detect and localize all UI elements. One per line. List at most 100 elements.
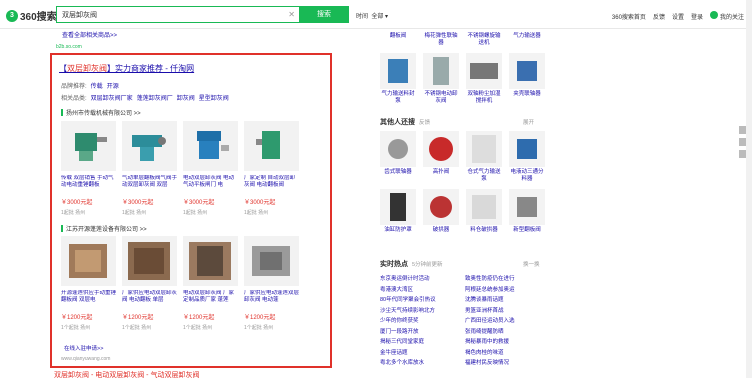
recommend-card[interactable]: 高扑阀 (423, 131, 459, 182)
recommend-name: 双轴粉尘加湿搅拌机 (467, 91, 501, 104)
related-link[interactable]: 双层卸灰阀厂家 (91, 96, 133, 102)
recommend-card[interactable]: 破拱器 (423, 189, 459, 234)
hot-item[interactable]: 东京奥运倒计时活动 (380, 274, 460, 282)
product-price: ￥3000元起 (183, 200, 215, 206)
ad-title[interactable]: 【双层卸灰阀】实力商家推荐 - 仟淘网 (59, 63, 194, 74)
recommend-name: 新型翻板阀 (513, 227, 541, 233)
recommend-card[interactable]: 不锈钢螺旋输送机 (466, 31, 502, 46)
hot-item[interactable]: 沙尘天气持续影响北方 (380, 306, 460, 314)
hot-item[interactable]: 金牛座话题 (380, 348, 460, 356)
shop-2-header[interactable]: 江苏开源蓬莲设备有限公司 >> (61, 224, 147, 233)
related-link[interactable]: 卸灰阀 (177, 96, 195, 102)
product-card[interactable]: 开源蓬莲供应手动重锤翻板阀 双层电 ￥1200元起 1个起批 扬州 (61, 236, 116, 331)
hot-item[interactable]: 厦门一段路开放 (380, 327, 460, 335)
shop-1-name: 扬州市传载机械有限公司 >> (66, 111, 141, 117)
logo[interactable]: 3 360搜索 (6, 8, 57, 23)
home-link[interactable]: 360搜索首页 (612, 12, 646, 21)
login-link[interactable]: 登录 (691, 12, 703, 21)
recommend-card[interactable]: 气力输送料封泵 (380, 53, 416, 104)
time-filter[interactable]: 时间 全部 ▾ (356, 11, 388, 20)
product-image (183, 236, 238, 286)
product-price: ￥1200元起 (61, 315, 93, 321)
product-meta: 1起批 扬州 (61, 210, 86, 216)
shop-1-products: 传载 双层销售 手动气动电动重锤翻板 ￥3000元起 1起批 扬州 气动单层翻板阀气… (61, 121, 299, 216)
feedback-link[interactable]: 反馈 (419, 120, 430, 126)
scrollbar[interactable] (746, 0, 752, 378)
ad-result-box: 【双层卸灰阀】实力商家推荐 - 仟淘网 品牌推荐: 传载 开源 相关品类: 双层卸灰阀… (50, 53, 332, 368)
shop-1-header[interactable]: 扬州市传载机械有限公司 >> (61, 108, 141, 117)
hot-item[interactable]: 沈腾谈暴雨话题 (465, 295, 545, 303)
hot-item[interactable]: 阿根廷总统参加奥运 (465, 285, 545, 293)
brand-link[interactable]: 开源 (107, 84, 119, 90)
clear-icon[interactable]: ✕ (288, 10, 295, 19)
also-row-2: 油缸防护罩 破拱器 料仓破拱器 新型翻板阀 (380, 189, 545, 234)
product-card[interactable]: 电动双层卸灰阀 厂家定制品质厂家 蓬莲 ￥1200元起 1个起批 扬州 (183, 236, 238, 331)
follow-link[interactable]: 我的关注 (709, 11, 744, 21)
hot-row: 揭秘三代同堂家庭 揭秘暴雨中的救援 (380, 336, 545, 347)
product-card[interactable]: 厂家供应电动双层卸灰阀 电动翻板 单层 ￥1200元起 1个起批 扬州 (122, 236, 177, 331)
hot-item[interactable]: 揭秘三代同堂家庭 (380, 337, 460, 345)
product-card[interactable]: 厂家供应电动蓬莲双层卸灰阀 电动蓬 ￥1200元起 1个起批 扬州 (244, 236, 299, 331)
hot-item[interactable]: 男篮亚洲杯首战 (465, 306, 545, 314)
hot-item[interactable]: 张雨绮提醒防晒 (465, 327, 545, 335)
also-search-label: 其他人还搜 (380, 119, 415, 126)
time-value[interactable]: 全部 (371, 14, 383, 20)
recommend-card[interactable]: 油缸防护罩 (380, 189, 416, 234)
recommend-card[interactable]: 新型翻板阀 (509, 189, 545, 234)
product-card[interactable]: 厂家定制 自动双层卸灰阀 电动翻板阀 ￥3000元起 1起批 扬州 (244, 121, 299, 216)
hot-item[interactable]: 粤港澳大湾区 (380, 285, 460, 293)
prev-more-link[interactable]: 查看全部相关商品>> (62, 30, 117, 39)
product-image (122, 236, 177, 286)
hot-row: 粤港澳大湾区 阿根廷总统参加奥运 (380, 284, 545, 295)
recommend-card[interactable]: 电液动三通分料器 (509, 131, 545, 182)
product-card[interactable]: 气动单层翻板阀气阀手动双层卸灰阀 双层 ￥3000元起 1起批 扬州 (122, 121, 177, 216)
recommend-card[interactable]: 气力输送器 (509, 31, 545, 46)
recommend-card[interactable]: 梅花弹性联轴器 (423, 31, 459, 46)
recommend-name: 齿式联轴器 (384, 169, 412, 175)
recommend-image (380, 131, 416, 167)
product-meta: 1起批 扬州 (244, 210, 269, 216)
hot-item[interactable]: 粤北多个水库放水 (380, 358, 460, 366)
product-meta: 1个起批 扬州 (61, 325, 91, 331)
recommend-card[interactable]: 不锈钢电动卸灰阀 (423, 53, 459, 104)
recommend-card[interactable]: 双轴粉尘加湿搅拌机 (466, 53, 502, 104)
recommend-image (466, 189, 502, 225)
recommend-name: 仓式气力输送泵 (467, 169, 501, 182)
hot-item[interactable]: 80年代同学聚会引热议 (380, 295, 460, 303)
recommend-name: 翻板阀 (389, 33, 407, 39)
also-search-title: 其他人还搜 反馈 (380, 117, 430, 127)
hot-row: 80年代同学聚会引热议 沈腾谈暴雨话题 (380, 294, 545, 305)
next-result-title[interactable]: 双层卸灰阀 - 电动双层卸灰阀 - 气动双层卸灰阀 (54, 370, 314, 378)
hot-item[interactable]: 少年的你终获奖 (380, 316, 460, 324)
product-image (244, 121, 299, 171)
search-button[interactable]: 搜索 (299, 6, 349, 23)
follow-label: 我的关注 (719, 15, 744, 21)
product-card[interactable]: 电动双层卸灰阀 电动 气动平板闸门 电 ￥3000元起 1起批 扬州 (183, 121, 238, 216)
search-input[interactable] (57, 7, 277, 22)
ad-title-prefix: 【 (59, 64, 67, 73)
also-row-1: 齿式联轴器 高扑阀 仓式气力输送泵 电液动三通分料器 (380, 131, 545, 182)
hot-item[interactable]: 致奥性防疫仍在进行 (465, 274, 545, 282)
product-meta: 1个起批 扬州 (122, 325, 152, 331)
related-link[interactable]: 星型卸灰阀 (199, 96, 229, 102)
hot-item[interactable]: 福建村民反映情况 (465, 358, 545, 366)
feedback-link[interactable]: 反馈 (653, 12, 665, 21)
recommend-card[interactable]: 齿式联轴器 (380, 131, 416, 182)
product-card[interactable]: 传载 双层销售 手动气动电动重锤翻板 ￥3000元起 1起批 扬州 (61, 121, 116, 216)
recommend-card[interactable]: 料仓破拱器 (466, 189, 502, 234)
refresh-toggle[interactable]: 换一换 (523, 260, 540, 268)
recommend-card[interactable]: 夹壳联轴器 (509, 53, 545, 104)
settings-link[interactable]: 设置 (672, 12, 684, 21)
hot-item[interactable]: 揭秘暴雨中的救援 (465, 337, 545, 345)
recommend-card[interactable]: 翻板阀 (380, 31, 416, 46)
brand-link[interactable]: 传载 (91, 84, 103, 90)
apply-link[interactable]: 在线入驻申请>> (64, 344, 103, 352)
product-price: ￥3000元起 (61, 200, 93, 206)
recommend-image (380, 189, 416, 225)
hot-item[interactable]: 广西田径运动员入选 (465, 316, 545, 324)
recommend-card[interactable]: 仓式气力输送泵 (466, 131, 502, 182)
hot-item[interactable]: 褐色肉桂的味道 (465, 348, 545, 356)
expand-toggle[interactable]: 展开 (523, 118, 534, 126)
search-box: ✕ (56, 6, 300, 23)
related-link[interactable]: 蓬莲卸灰阀厂 (137, 96, 173, 102)
